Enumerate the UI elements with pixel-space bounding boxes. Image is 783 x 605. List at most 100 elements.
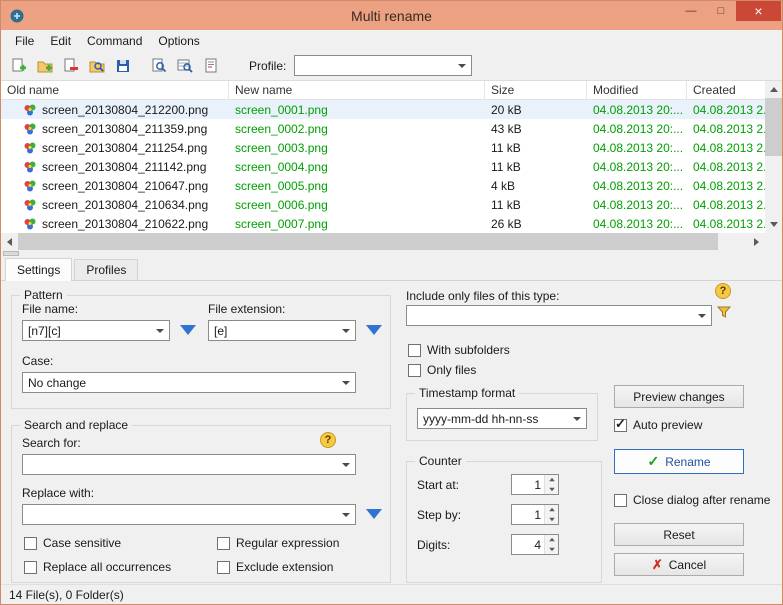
menu-edit[interactable]: Edit [42, 32, 79, 50]
file-name-combo[interactable]: [n7][c] [22, 320, 170, 341]
column-header-created[interactable]: Created [687, 81, 765, 99]
arrow-up-icon [769, 87, 778, 92]
chevron-down-icon [156, 329, 164, 333]
close-button[interactable]: × [736, 1, 781, 21]
tab-profiles[interactable]: Profiles [74, 259, 139, 280]
list-preview-button[interactable] [173, 54, 197, 78]
list-item[interactable]: screen_20130804_212200.png screen_0001.p… [1, 100, 765, 119]
scroll-left-button[interactable] [1, 233, 18, 250]
spinner-up-icon[interactable] [545, 535, 558, 545]
checkbox-close-after-rename[interactable]: Close dialog after rename [614, 493, 770, 507]
spinner-up-icon[interactable] [545, 475, 558, 485]
case-combo[interactable]: No change [22, 372, 356, 393]
list-item[interactable]: screen_20130804_210647.png screen_0005.p… [1, 176, 765, 195]
horizontal-scroll-thumb[interactable] [18, 233, 718, 250]
checkbox-label: Replace all occurrences [43, 560, 172, 574]
include-files-combo[interactable] [406, 305, 712, 326]
checkbox-replace-all-occurrences[interactable]: Replace all occurrences [24, 560, 171, 574]
include-help-icon[interactable]: ? [715, 283, 731, 299]
menu-command[interactable]: Command [79, 32, 150, 50]
checkbox-box: ✓ [614, 416, 627, 432]
vertical-scrollbar[interactable] [765, 81, 782, 233]
file-extension-combo[interactable]: [e] [208, 320, 356, 341]
digits-spinner[interactable]: 4 [511, 534, 559, 555]
search-folder-button[interactable] [85, 54, 109, 78]
checkbox-case-sensitive[interactable]: Case sensitive [24, 536, 121, 550]
horizontal-scrollbar[interactable] [1, 233, 765, 250]
column-header-old-name[interactable]: Old name [1, 81, 229, 99]
list-item[interactable]: screen_20130804_211254.png screen_0003.p… [1, 138, 765, 157]
replace-pattern-menu-button[interactable] [362, 506, 386, 522]
spinner-down-icon[interactable] [545, 484, 558, 494]
search-help-icon[interactable]: ? [320, 432, 336, 448]
checkbox-auto-preview[interactable]: ✓ Auto preview [614, 416, 703, 432]
column-header-new-name[interactable]: New name [229, 81, 485, 99]
checkbox-with-subfolders[interactable]: With subfolders [408, 343, 510, 357]
column-header-modified[interactable]: Modified [587, 81, 687, 99]
tab-settings[interactable]: Settings [5, 258, 73, 281]
chevron-down-icon [342, 329, 350, 333]
preview-changes-button[interactable]: Preview changes [614, 385, 744, 408]
save-profile-button[interactable] [111, 54, 135, 78]
menu-options[interactable]: Options [150, 32, 207, 50]
old-name: screen_20130804_210622.png [42, 216, 209, 231]
scroll-right-button[interactable] [748, 233, 765, 250]
timestamp-format-combo[interactable]: yyyy-mm-dd hh-nn-ss [417, 408, 587, 429]
remove-files-button[interactable] [59, 54, 83, 78]
minimize-button[interactable]: — [676, 1, 706, 21]
profile-combo[interactable] [294, 55, 473, 76]
multi-rename-window: Multi rename — □ × File Edit Command Opt… [0, 0, 783, 605]
triangle-down-icon [366, 325, 382, 335]
scroll-down-button[interactable] [765, 216, 782, 233]
file-name-pattern-menu-button[interactable] [176, 322, 200, 338]
spinner-down-icon[interactable] [545, 514, 558, 524]
image-file-icon [23, 141, 37, 155]
search-for-combo[interactable] [22, 454, 356, 475]
file-extension-pattern-menu-button[interactable] [362, 322, 386, 338]
list-item[interactable]: screen_20130804_211142.png screen_0004.p… [1, 157, 765, 176]
file-name-value: [n7][c] [28, 323, 61, 338]
step-by-spinner[interactable]: 1 [511, 504, 559, 525]
add-folder-button[interactable] [33, 54, 57, 78]
status-text: 14 File(s), 0 Folder(s) [9, 587, 124, 602]
preview-button[interactable] [147, 54, 171, 78]
cancel-button[interactable]: ✗ Cancel [614, 553, 744, 576]
button-label: Cancel [668, 557, 707, 572]
add-files-button[interactable] [7, 54, 31, 78]
file-size: 11 kB [491, 159, 521, 174]
scroll-up-button[interactable] [765, 81, 782, 98]
old-name: screen_20130804_212200.png [42, 102, 209, 117]
step-by-label: Step by: [417, 508, 462, 522]
checkbox-only-files[interactable]: Only files [408, 363, 476, 377]
checkbox-label: Auto preview [633, 418, 703, 432]
start-at-spinner[interactable]: 1 [511, 474, 559, 495]
horizontal-scroll-track[interactable] [718, 233, 748, 250]
image-file-icon [23, 198, 37, 212]
old-name: screen_20130804_211254.png [42, 140, 208, 155]
checkbox-label: Exclude extension [236, 560, 334, 574]
menu-file[interactable]: File [7, 32, 42, 50]
checkbox-exclude-extension[interactable]: Exclude extension [217, 560, 333, 574]
spinner-down-icon[interactable] [545, 544, 558, 554]
splitter[interactable] [1, 250, 782, 257]
list-item[interactable]: screen_20130804_210622.png screen_0007.p… [1, 214, 765, 233]
report-button[interactable] [199, 54, 223, 78]
filter-icon[interactable] [716, 305, 732, 322]
rename-button[interactable]: ✓ Rename [614, 449, 744, 474]
spinner-up-icon[interactable] [545, 505, 558, 515]
column-header-size[interactable]: Size [485, 81, 587, 99]
vertical-scroll-track[interactable] [765, 156, 782, 216]
vertical-scroll-thumb[interactable] [765, 98, 782, 156]
new-name: screen_0007.png [235, 216, 328, 231]
checkbox-regular-expression[interactable]: Regular expression [217, 536, 339, 550]
reset-button[interactable]: Reset [614, 523, 744, 546]
list-item[interactable]: screen_20130804_211359.png screen_0002.p… [1, 119, 765, 138]
maximize-button[interactable]: □ [706, 1, 736, 21]
splitter-grip-icon[interactable] [3, 251, 19, 256]
new-name: screen_0001.png [235, 102, 328, 117]
modified-date: 04.08.2013 20:... [593, 216, 684, 231]
spinner-value: 1 [534, 508, 541, 522]
replace-with-combo[interactable] [22, 504, 356, 525]
spinner-buttons [544, 475, 558, 494]
list-item[interactable]: screen_20130804_210634.png screen_0006.p… [1, 195, 765, 214]
